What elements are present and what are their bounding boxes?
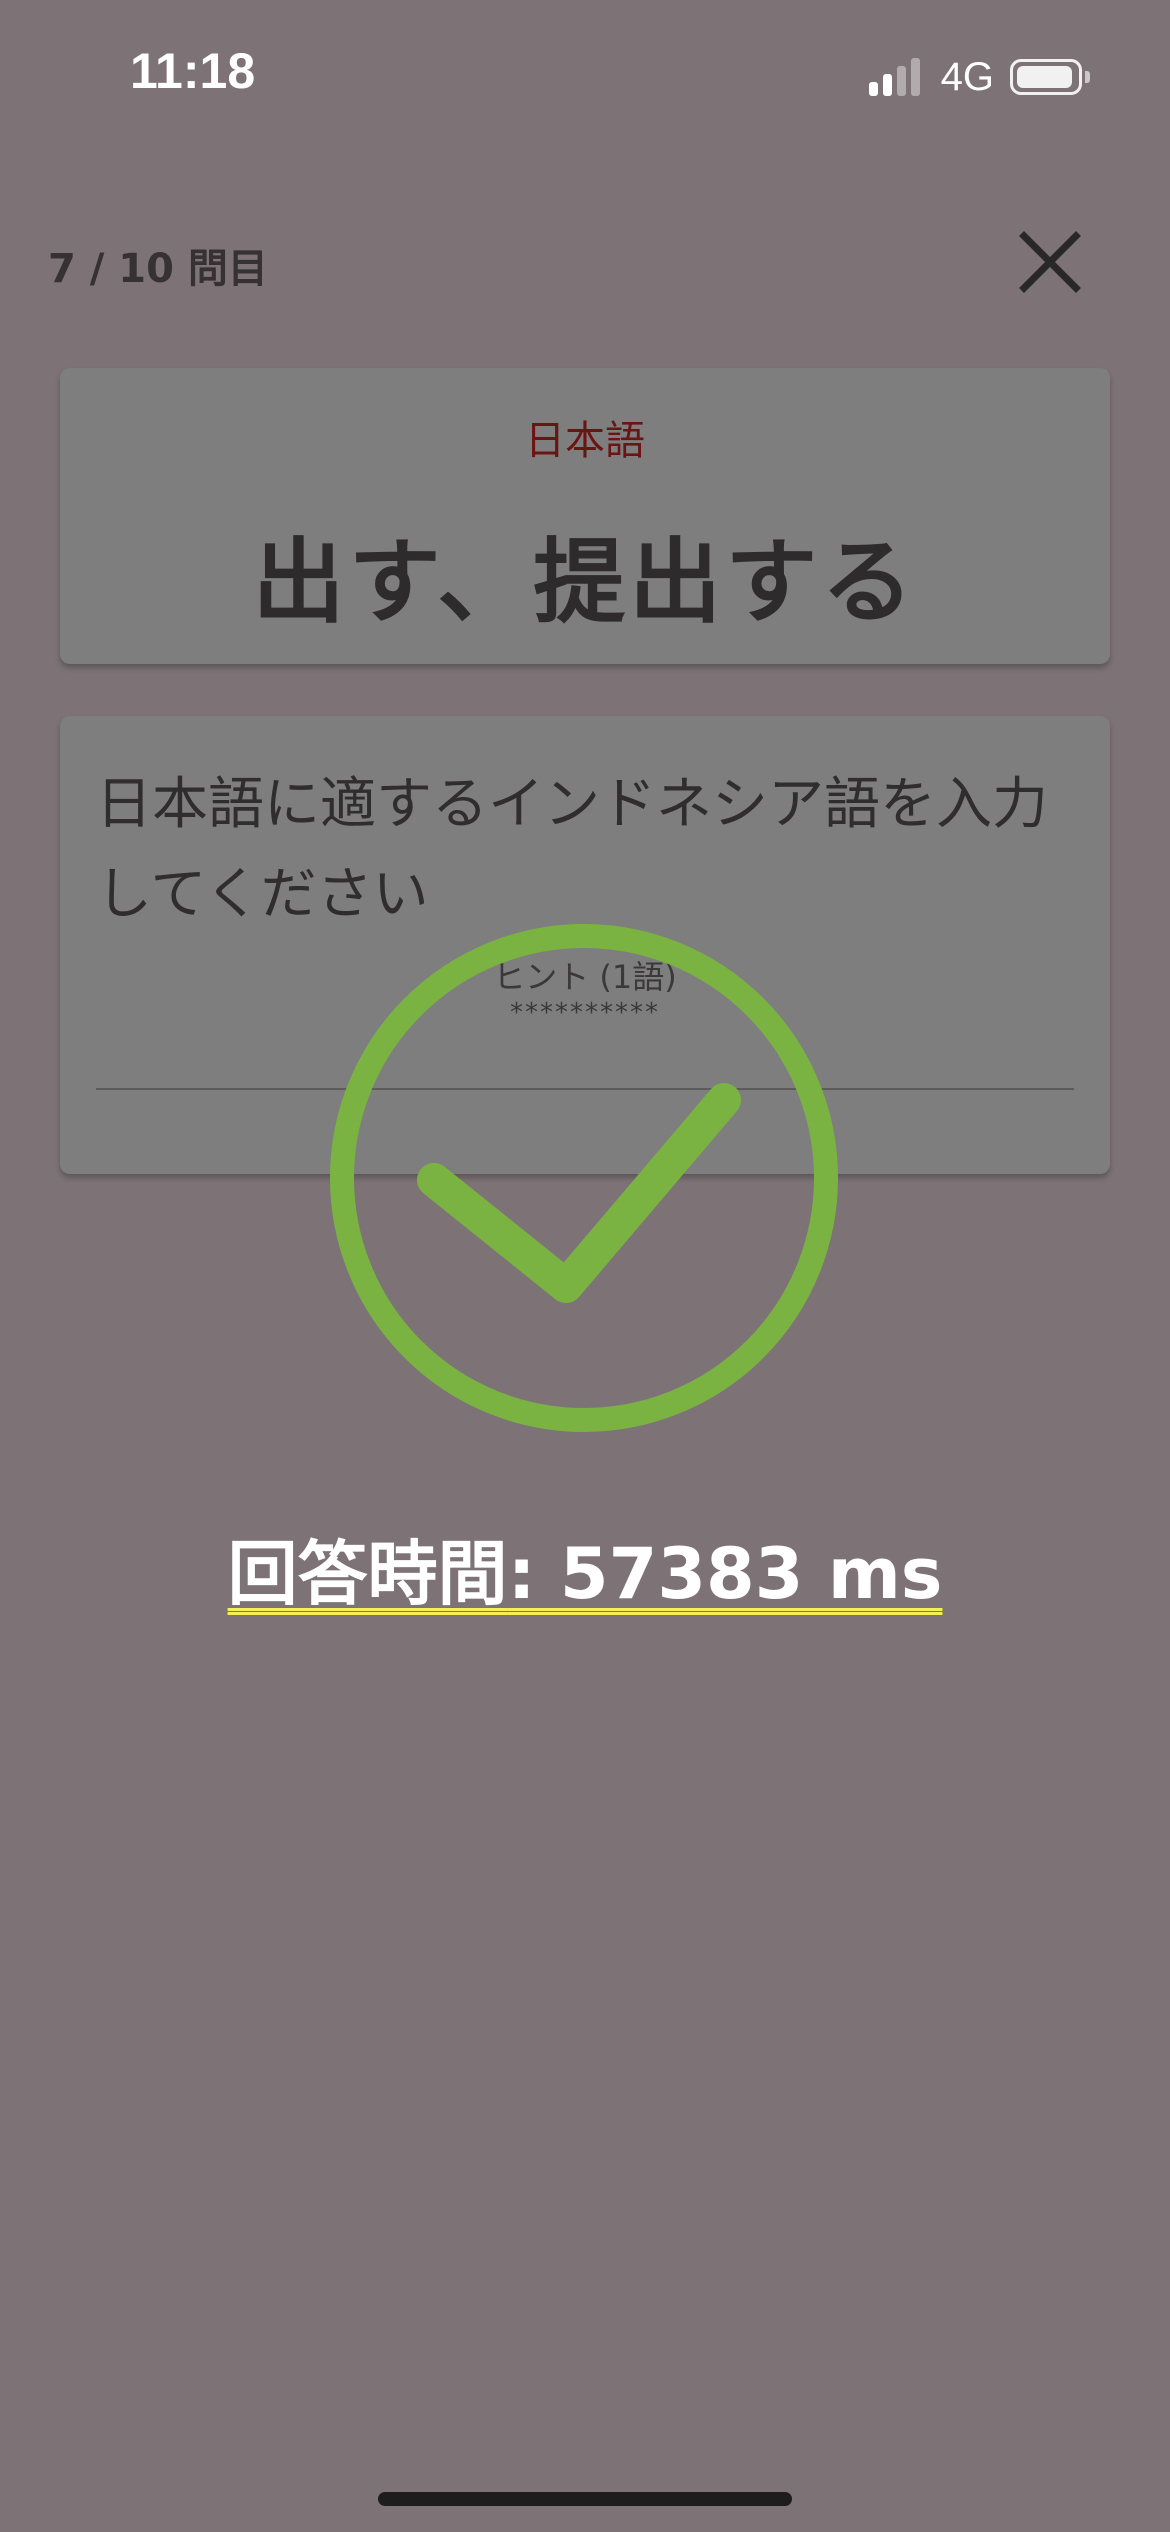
- response-time-value: : 57383 ms: [507, 1533, 943, 1615]
- battery-cap: [1085, 71, 1090, 83]
- check-circle-icon: [324, 918, 844, 1438]
- network-type: 4G: [940, 54, 994, 99]
- word-card: 日本語 出す、提出する: [60, 368, 1110, 664]
- signal-icon: [868, 58, 925, 96]
- status-time: 11:18: [130, 43, 256, 99]
- response-time-label: 回答時間: [227, 1533, 508, 1615]
- status-indicators: 4G: [868, 52, 1090, 102]
- battery-icon: [1010, 59, 1082, 95]
- language-label: 日本語: [525, 418, 645, 464]
- close-icon: [1019, 231, 1081, 293]
- response-time: 回答時間: 57383 ms: [0, 1518, 1170, 1619]
- question-instruction: 日本語に適するインドネシア語を入力してください: [96, 772, 1048, 927]
- japanese-term: 出す、提出する: [252, 529, 918, 636]
- close-button[interactable]: [1010, 222, 1090, 302]
- question-progress: 7 / 10 問目: [48, 246, 268, 292]
- home-indicator[interactable]: [378, 2492, 792, 2506]
- battery-level: [1017, 66, 1072, 88]
